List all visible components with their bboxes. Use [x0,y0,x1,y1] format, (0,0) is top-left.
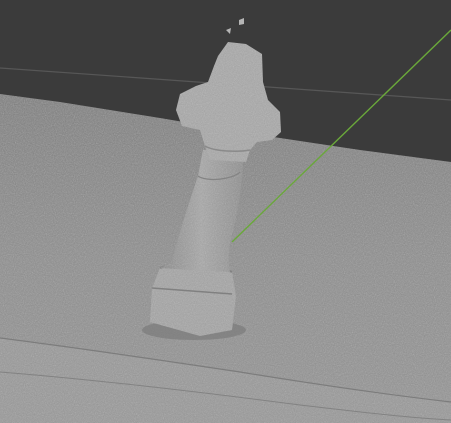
3d-viewport[interactable] [0,0,451,423]
viewport-canvas[interactable] [0,0,451,423]
